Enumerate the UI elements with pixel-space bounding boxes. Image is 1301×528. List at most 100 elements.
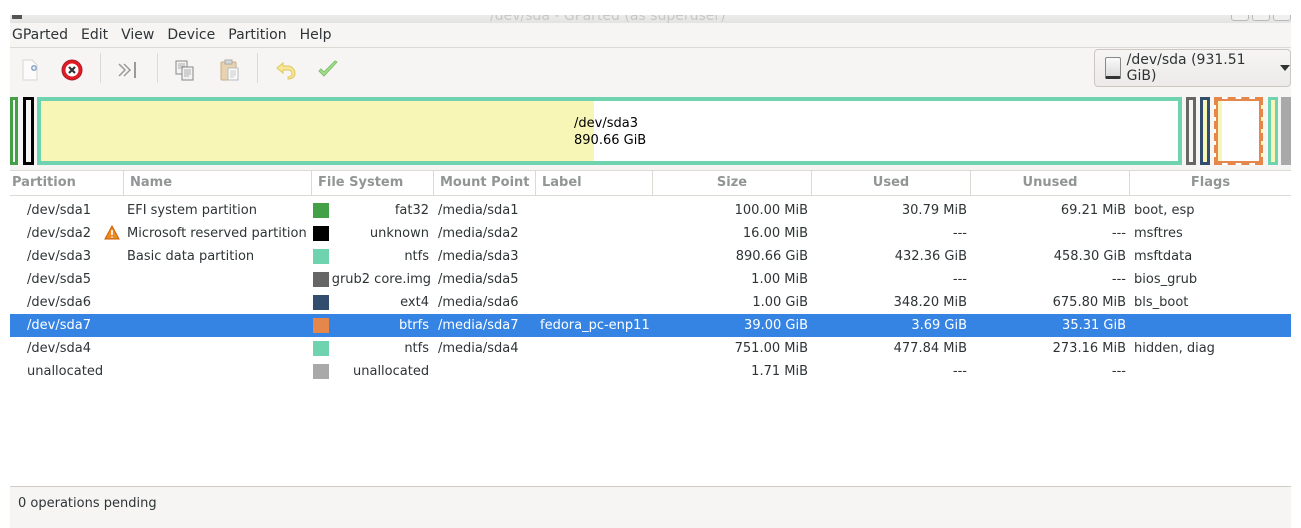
filesystem-color-swatch [313,272,329,287]
cell-filesystem: btrfs [398,318,429,333]
cell-unused: 273.16 MiB [1052,341,1126,356]
copy-button[interactable] [172,57,198,83]
app-icon [12,15,22,19]
cell-filesystem: unallocated [353,364,430,379]
cell-partition: /dev/sda1 [27,203,91,218]
column-header-name[interactable]: Name [123,171,311,195]
cell-unused: --- [1111,272,1126,287]
toolbar-separator [100,53,101,83]
filesystem-color-swatch [313,341,329,356]
cell-size: 39.00 GiB [744,318,808,333]
cell-mount-point: /media/sda2 [438,226,519,241]
table-row[interactable]: /dev/sda3 Basic data partition ntfs /med… [10,245,1291,268]
maximize-button[interactable] [1252,15,1270,21]
cell-unused: --- [1111,364,1126,379]
segment-partition-size: 890.66 GiB [574,133,647,148]
cell-flags: boot, esp [1134,203,1195,218]
filesystem-color-swatch [313,295,329,310]
cell-filesystem: ntfs [404,341,429,356]
column-header-used[interactable]: Used [811,171,970,195]
cell-size: 100.00 MiB [734,203,808,218]
disk-segment-unallocated[interactable] [1281,97,1291,165]
table-header: Partition Name File System Mount Point L… [10,170,1291,196]
cell-filesystem: ext4 [400,295,429,310]
cell-mount-point: /media/sda7 [438,318,519,333]
cell-name: Microsoft reserved partition [127,226,307,241]
disk-segment-sda5[interactable] [1186,97,1196,165]
chevron-down-icon [1280,65,1290,71]
cell-used: 477.84 MiB [893,341,967,356]
cell-size: 751.00 MiB [734,341,808,356]
table-row[interactable]: /dev/sda5 grub2 core.img /media/sda5 1.0… [10,268,1291,291]
paste-icon [220,59,239,81]
column-header-filesystem[interactable]: File System [311,171,433,195]
menu-help[interactable]: Help [300,27,339,43]
cell-used: --- [952,226,967,241]
menu-edit[interactable]: Edit [81,27,115,43]
apply-checkmark-icon [318,60,338,77]
disk-map: /dev/sda3 890.66 GiB [10,95,1291,165]
column-header-partition[interactable]: Partition [10,171,123,195]
filesystem-color-swatch [313,318,329,333]
column-header-size[interactable]: Size [652,171,811,195]
cell-used: --- [952,272,967,287]
delete-partition-button[interactable] [59,57,85,83]
column-header-label[interactable]: Label [535,171,652,195]
device-selector[interactable]: /dev/sda (931.51 GiB) [1094,49,1291,87]
minimize-button[interactable] [1231,15,1249,21]
paste-button[interactable] [217,57,243,83]
cell-mount-point: /media/sda5 [438,272,519,287]
segment-partition-name: /dev/sda3 [574,116,638,131]
window-controls [1231,15,1291,21]
column-header-flags[interactable]: Flags [1129,171,1291,195]
new-partition-button[interactable] [17,57,43,83]
close-button[interactable] [1273,15,1291,21]
cell-filesystem: grub2 core.img [331,272,431,287]
table-row[interactable]: unallocated unallocated 1.71 MiB --- --- [10,360,1291,383]
cell-used: 348.20 MiB [893,295,967,310]
disk-segment-sda6[interactable] [1200,97,1210,165]
column-header-unused[interactable]: Unused [970,171,1129,195]
cell-mount-point: /media/sda3 [438,249,519,264]
cell-size: 1.00 MiB [751,272,808,287]
cell-used: 30.79 MiB [901,203,967,218]
resize-move-button[interactable] [115,57,141,83]
cell-name: Basic data partition [127,249,255,264]
used-space-bar [41,101,594,161]
cell-flags: bios_grub [1134,272,1198,287]
undo-button[interactable] [273,57,299,83]
table-row[interactable]: /dev/sda1 EFI system partition fat32 /me… [10,199,1291,222]
column-header-mount-point[interactable]: Mount Point [433,171,535,195]
cell-partition: /dev/sda2 [27,226,91,241]
cell-flags: msftdata [1134,249,1193,264]
cell-filesystem: fat32 [394,203,429,218]
table-row[interactable]: /dev/sda6 ext4 /media/sda6 1.00 GiB 348.… [10,291,1291,314]
cell-filesystem: ntfs [404,249,429,264]
table-row[interactable]: /dev/sda7 btrfs /media/sda7 fedora_pc-en… [10,314,1291,337]
filesystem-color-swatch [313,203,329,218]
disk-segment-sda3[interactable]: /dev/sda3 890.66 GiB [37,97,1182,165]
menu-gparted[interactable]: GParted [12,27,75,43]
hard-disk-icon [1105,57,1121,79]
menu-view[interactable]: View [121,27,161,43]
segment-label: /dev/sda3 890.66 GiB [574,115,646,149]
cell-used: --- [952,364,967,379]
menu-device[interactable]: Device [167,27,222,43]
disk-segment-sda2[interactable] [23,97,34,165]
cell-size: 890.66 GiB [735,249,808,264]
cell-mount-point: /media/sda1 [438,203,519,218]
menu-bar: GParted Edit View Device Partition Help [10,23,1291,48]
table-row[interactable]: /dev/sda2 Microsoft reserved partition u… [10,222,1291,245]
window-title: /dev/sda - GParted (as superuser) [490,15,726,23]
disk-segment-sda4[interactable] [1268,97,1278,165]
cell-label: fedora_pc-enp11 [540,318,650,333]
filesystem-color-swatch [313,364,329,379]
menu-partition[interactable]: Partition [228,27,293,43]
disk-segment-sda7[interactable] [1214,97,1263,165]
table-row[interactable]: /dev/sda4 ntfs /media/sda4 751.00 MiB 47… [10,337,1291,360]
cell-size: 16.00 MiB [742,226,808,241]
disk-segment-sda1[interactable] [10,97,18,165]
cell-used: 3.69 GiB [911,318,967,333]
cell-mount-point: /media/sda6 [438,295,519,310]
apply-button[interactable] [315,57,341,83]
